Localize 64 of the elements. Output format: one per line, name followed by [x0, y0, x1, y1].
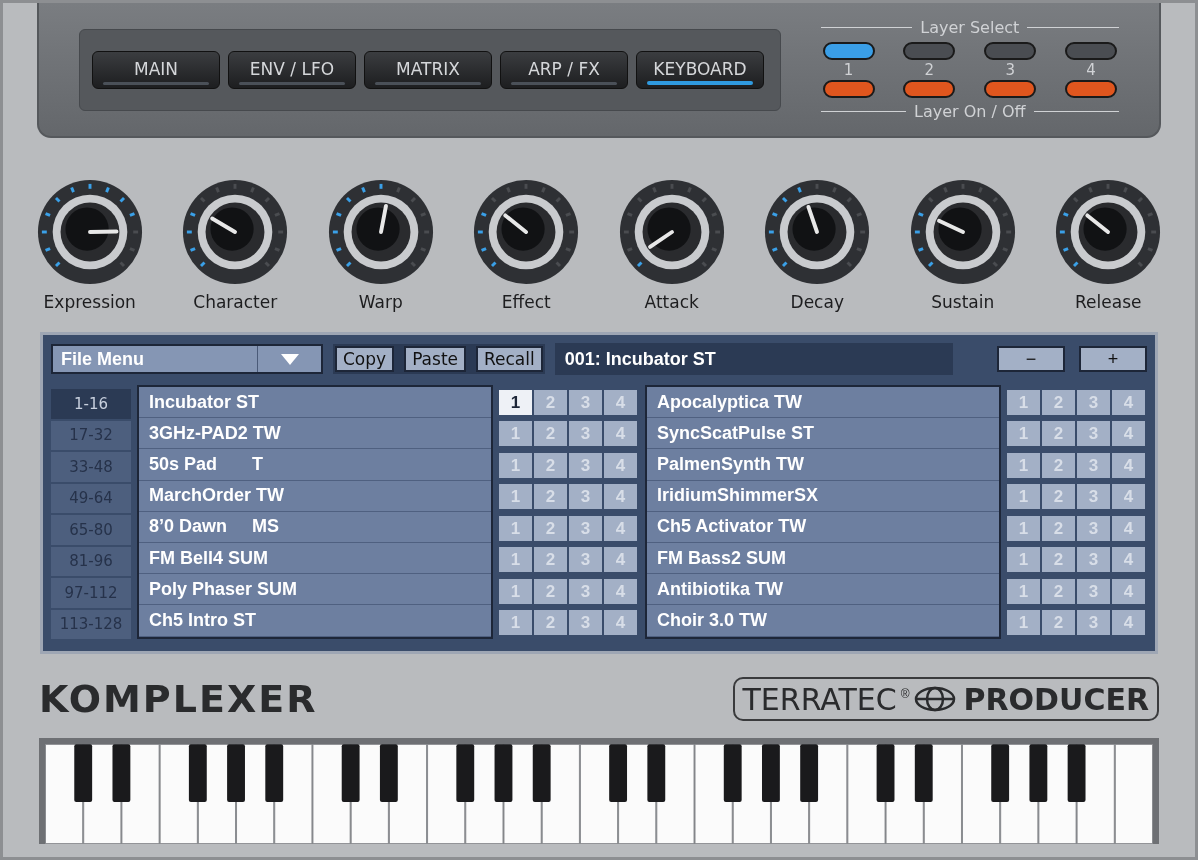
knob-label: Decay [790, 291, 844, 314]
knob-label: Warp [358, 291, 403, 314]
preset-item[interactable]: MarchOrder TW [139, 480, 491, 512]
knob-label: Effect [501, 291, 551, 314]
knob[interactable] [763, 178, 872, 286]
layer-select-button[interactable] [822, 41, 875, 60]
knob-label: Release [1075, 291, 1142, 314]
preset-item[interactable]: Choir 3.0 TW [647, 605, 999, 637]
preset-step-button[interactable]: + [1079, 346, 1147, 372]
knob[interactable] [1054, 178, 1163, 286]
preset-item[interactable]: FM Bass2 SUM [647, 542, 999, 575]
preset-item[interactable]: 8’0 Dawn MS [139, 511, 491, 543]
knob-label: Expression [43, 291, 136, 314]
layer-toggle-button[interactable] [984, 79, 1037, 98]
preset-item[interactable]: Ch5 Activator TW [647, 511, 999, 543]
knob-label: Sustain [931, 291, 995, 314]
layer-toggle-button[interactable] [1064, 79, 1117, 98]
preset-display: 001: Incubator ST [554, 343, 953, 375]
preset-step-button[interactable]: − [997, 346, 1065, 372]
preset-action-button[interactable]: Recall [476, 346, 543, 372]
layer-number: 1 [842, 61, 855, 78]
layer-select-button[interactable] [903, 41, 956, 60]
layer-slot-button[interactable]: 1 [499, 389, 532, 415]
knob[interactable] [326, 178, 435, 286]
tab[interactable]: KEYBOARD [636, 50, 764, 89]
preset-item[interactable]: SyncScatPulse ST [647, 418, 999, 450]
layer-number: 2 [923, 61, 936, 78]
preset-action-button[interactable]: Paste [404, 346, 466, 372]
brand-logo: TERRATEC® PRODUCER [732, 677, 1159, 721]
preset-item[interactable]: Antibiotika TW [647, 574, 999, 606]
knob-label: Character [193, 291, 278, 314]
product-logo: KOMPLEXER [39, 675, 318, 723]
layer-number: 3 [1004, 61, 1016, 78]
preset-item[interactable]: Ch5 Intro ST [139, 605, 491, 637]
layer-toggle-button[interactable] [822, 79, 875, 98]
globe-icon [913, 686, 956, 712]
layer-number: 4 [1085, 61, 1097, 78]
knob[interactable] [181, 178, 290, 286]
preset-action-button[interactable]: Copy [335, 346, 395, 372]
knob[interactable] [617, 178, 726, 286]
layer-toggle-button[interactable] [903, 79, 956, 98]
section-title: Layer Select [920, 16, 1020, 39]
knob[interactable] [908, 178, 1017, 286]
tab[interactable]: MAIN [92, 50, 220, 89]
tab[interactable]: ENV / LFO [228, 50, 356, 89]
layer-select-button[interactable] [1064, 41, 1117, 60]
preset-item[interactable]: Poly Phaser SUM [139, 574, 491, 606]
knob-label: Attack [644, 291, 699, 314]
preset-item[interactable]: 3GHz-PAD2 TW [139, 418, 491, 450]
tab[interactable]: MATRIX [364, 50, 492, 89]
preset-item[interactable]: FM Bell4 SUM [139, 542, 491, 575]
bank-tab[interactable]: 1-16 [51, 389, 131, 419]
tab[interactable]: ARP / FX [500, 50, 628, 89]
file-menu-dropdown[interactable]: File Menu [51, 344, 323, 374]
preset-item[interactable]: IridiumShimmerSX [647, 480, 999, 512]
preset-item[interactable]: Apocalyptica TW [647, 387, 999, 419]
knob[interactable] [35, 178, 144, 286]
layer-select-button[interactable] [984, 41, 1037, 60]
preset-item[interactable]: Incubator ST [139, 387, 491, 419]
knob[interactable] [472, 178, 581, 286]
preset-item[interactable]: PalmenSynth TW [647, 449, 999, 481]
preset-item[interactable]: 50s Pad T [139, 449, 491, 481]
section-title: Layer On / Off [913, 100, 1026, 123]
piano-keyboard-drawing[interactable] [45, 744, 1153, 844]
